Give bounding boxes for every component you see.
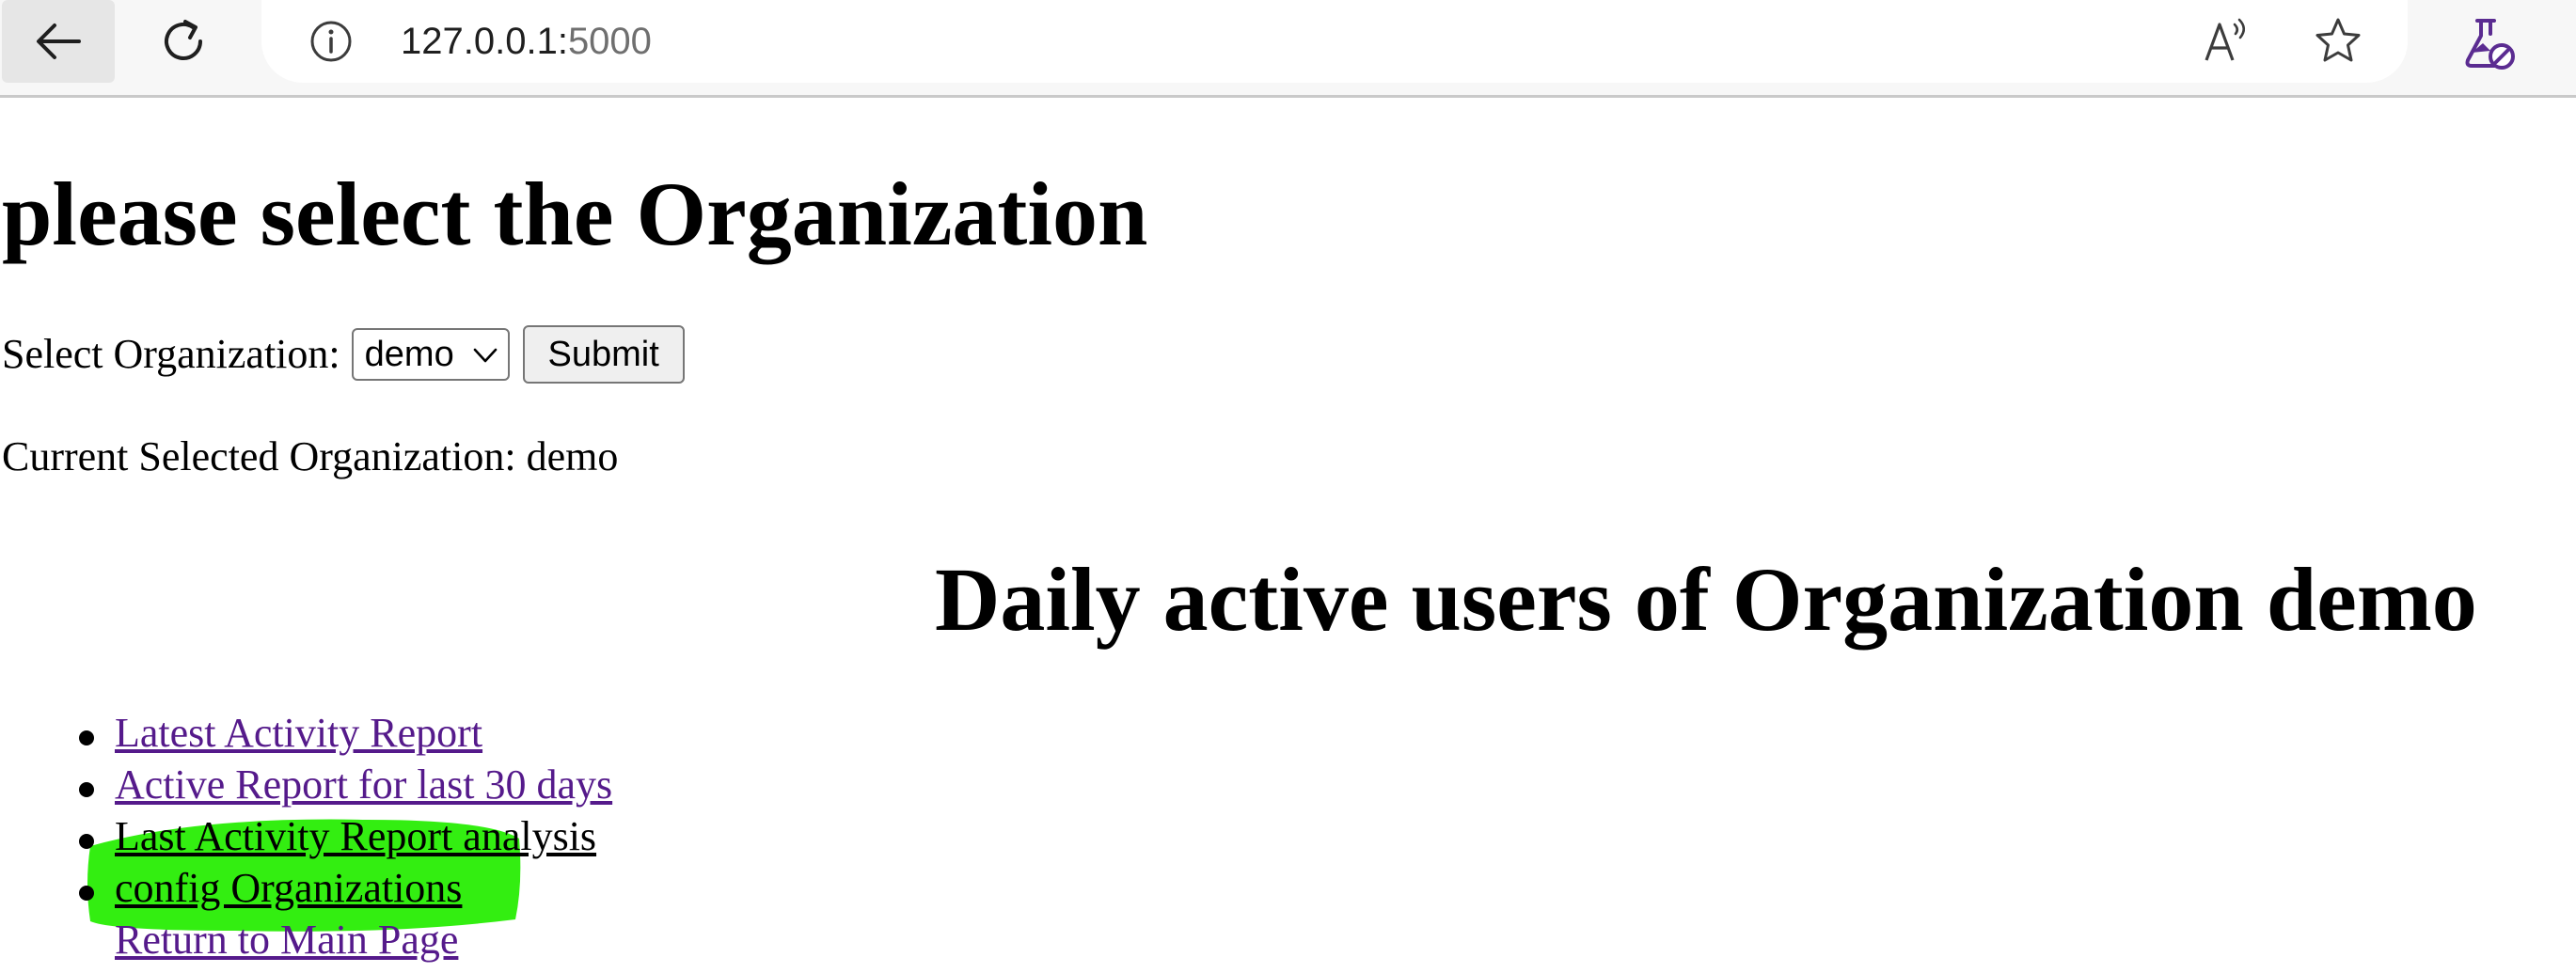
list-bullet [79, 834, 94, 849]
url-text[interactable]: 127.0.0.1:5000 [401, 15, 652, 68]
list-bullet [79, 730, 94, 745]
chart-title: Daily active users of Organization demo [935, 549, 2477, 650]
latest-activity-report-link[interactable]: Latest Activity Report [115, 707, 482, 759]
submit-button[interactable]: Submit [522, 325, 685, 384]
chevron-down-icon [473, 348, 497, 363]
star-favorite-icon[interactable] [2310, 13, 2366, 70]
return-to-main-page-link[interactable]: Return to Main Page [115, 914, 458, 965]
url-port: 5000 [567, 21, 652, 62]
browser-toolbar: 127.0.0.1:5000 [0, 0, 2576, 98]
back-button[interactable] [2, 0, 115, 83]
back-arrow-icon [37, 24, 81, 59]
page-title: please select the Organization [2, 164, 1148, 264]
list-bullet [79, 782, 94, 797]
current-organization-text: Current Selected Organization: demo [2, 433, 619, 479]
config-organizations-link[interactable]: config Organizations [115, 862, 462, 914]
list-bullet [79, 886, 94, 901]
organization-select-value: demo [364, 335, 454, 374]
reload-icon [165, 20, 202, 60]
address-bar[interactable]: 127.0.0.1:5000 [261, 0, 2408, 83]
last-activity-report-analysis-link[interactable]: Last Activity Report analysis [115, 810, 596, 862]
select-organization-label: Select Organization: [2, 331, 340, 377]
browser-essentials-labs-icon[interactable] [2457, 13, 2517, 73]
info-icon[interactable] [308, 19, 354, 64]
url-host: 127.0.0.1: [401, 21, 568, 62]
organization-form: Select Organization: demo Submit [2, 325, 685, 384]
organization-select[interactable]: demo [351, 328, 510, 381]
active-report-30-days-link[interactable]: Active Report for last 30 days [115, 759, 612, 810]
reload-button[interactable] [127, 0, 240, 83]
read-aloud-icon[interactable] [2199, 13, 2255, 70]
